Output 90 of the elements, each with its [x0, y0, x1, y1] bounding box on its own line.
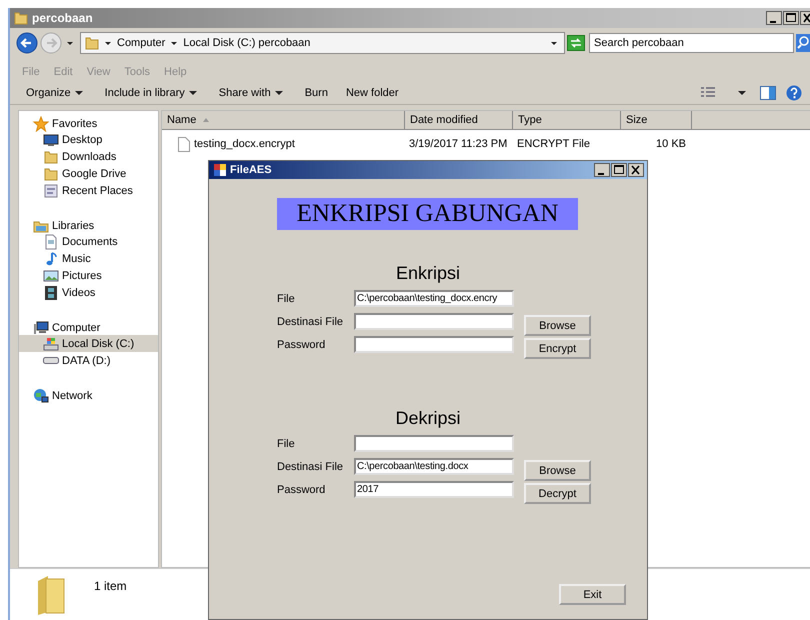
- nav-group-heading[interactable]: Computer: [19, 318, 158, 335]
- nav-item[interactable]: Downloads: [19, 148, 158, 165]
- dialog-button[interactable]: Encrypt: [524, 338, 591, 359]
- nav-item[interactable]: Music: [19, 250, 158, 267]
- field-label: File: [277, 292, 296, 304]
- close-icon[interactable]: [800, 11, 810, 25]
- nav-group-heading[interactable]: Favorites: [19, 114, 158, 131]
- text-field[interactable]: C:\percobaan\testing_docx.encry: [354, 290, 514, 307]
- hard-drive-icon: [43, 336, 59, 352]
- table-cell: ENCRYPT File: [517, 138, 590, 150]
- dialog-button[interactable]: Browse: [524, 315, 591, 336]
- breadcrumb[interactable]: percobaan: [258, 37, 310, 49]
- exit-button[interactable]: Exit: [559, 584, 626, 605]
- text-field[interactable]: C:\percobaan\testing.docx: [354, 458, 514, 475]
- picture-icon: [43, 268, 59, 284]
- caret-icon: [738, 91, 746, 95]
- caret-icon: [67, 42, 73, 44]
- text-field[interactable]: [354, 435, 514, 452]
- caret-icon: [551, 42, 557, 44]
- toolbar-button[interactable]: Organize: [26, 87, 87, 99]
- nav-item[interactable]: Documents: [19, 233, 158, 250]
- text-field[interactable]: [354, 336, 514, 353]
- text-field[interactable]: 2017: [354, 481, 514, 498]
- column-header[interactable]: Size: [621, 111, 692, 129]
- help-icon[interactable]: [786, 85, 802, 101]
- nav-item[interactable]: Recent Places: [19, 182, 158, 199]
- nav-group-heading[interactable]: Libraries: [19, 216, 158, 233]
- caret-icon: [105, 42, 111, 44]
- network-globe-icon: [33, 388, 49, 404]
- drive-icon: [43, 357, 59, 364]
- nav-item[interactable]: DATA (D:): [19, 352, 158, 369]
- search-field[interactable]: Search percobaan: [589, 33, 794, 53]
- minimize-icon[interactable]: [766, 11, 782, 25]
- close-icon[interactable]: [628, 163, 644, 177]
- nav-item[interactable]: Pictures: [19, 267, 158, 284]
- maximize-icon[interactable]: [611, 163, 627, 177]
- toolbar-button[interactable]: New folder: [346, 87, 399, 99]
- file-name[interactable]: testing_docx.encrypt: [194, 138, 295, 150]
- minimize-icon[interactable]: [594, 163, 610, 177]
- computer-icon: [33, 320, 49, 336]
- file-icon: [178, 136, 190, 152]
- dialog-button[interactable]: Decrypt: [524, 483, 591, 504]
- field-label: Destinasi File: [277, 460, 344, 472]
- table-cell: 3/19/2017 11:23 PM: [409, 138, 508, 150]
- column-header[interactable]: Type: [513, 111, 621, 129]
- monitor-icon: [43, 132, 59, 148]
- nav-item[interactable]: Google Drive: [19, 165, 158, 182]
- toolbar-button[interactable]: Share with: [218, 87, 287, 99]
- preview-pane-icon[interactable]: [760, 86, 776, 100]
- column-header[interactable]: Name: [162, 111, 405, 129]
- dialog-button[interactable]: Browse: [524, 460, 591, 481]
- field-label: Password: [277, 338, 326, 350]
- app-icon: [214, 164, 226, 176]
- nav-group-heading[interactable]: Network: [19, 386, 158, 403]
- maximize-icon[interactable]: [783, 11, 799, 25]
- text-field[interactable]: [354, 313, 514, 330]
- caret-icon: [274, 91, 283, 95]
- film-icon: [43, 284, 59, 300]
- folder-icon: [14, 11, 28, 25]
- table-cell: 10 KB: [656, 138, 686, 150]
- toolbar-button[interactable]: Include in library: [104, 87, 201, 99]
- address-bar[interactable]: Computer Local Disk (C:) percobaan: [80, 32, 565, 54]
- field-label: Destinasi File: [277, 316, 344, 328]
- nav-item[interactable]: Videos: [19, 284, 158, 301]
- column-header[interactable]: Date modified: [405, 111, 513, 129]
- document-icon: [43, 234, 59, 250]
- field-label: File: [277, 438, 296, 450]
- folder-icon: [43, 148, 59, 164]
- refresh-icon[interactable]: [567, 35, 585, 51]
- nav-item[interactable]: Desktop: [19, 131, 158, 148]
- sort-arrow-icon: [202, 117, 210, 123]
- toolbar-button[interactable]: Burn: [304, 87, 328, 99]
- caret-icon: [74, 91, 83, 95]
- status-text: 1 item: [94, 578, 127, 593]
- field-label: Password: [277, 484, 326, 496]
- recent-places-icon: [43, 182, 59, 198]
- window-title: percobaan: [32, 11, 94, 25]
- folder-icon: [43, 166, 59, 182]
- banner-heading: ENKRIPSI GABUNGAN: [277, 198, 578, 230]
- dialog-title: FileAES: [230, 164, 272, 176]
- search-icon[interactable]: [796, 34, 810, 52]
- caret-icon: [188, 91, 197, 95]
- star-icon: [33, 116, 49, 132]
- caret-icon: [171, 42, 178, 44]
- section-heading: Enkripsi: [394, 263, 462, 284]
- section-heading: Dekripsi: [394, 408, 462, 429]
- breadcrumb[interactable]: Computer: [117, 37, 166, 49]
- nav-item[interactable]: Local Disk (C:): [19, 335, 158, 352]
- breadcrumb[interactable]: Local Disk (C:): [183, 37, 256, 49]
- folder-icon: [85, 36, 99, 50]
